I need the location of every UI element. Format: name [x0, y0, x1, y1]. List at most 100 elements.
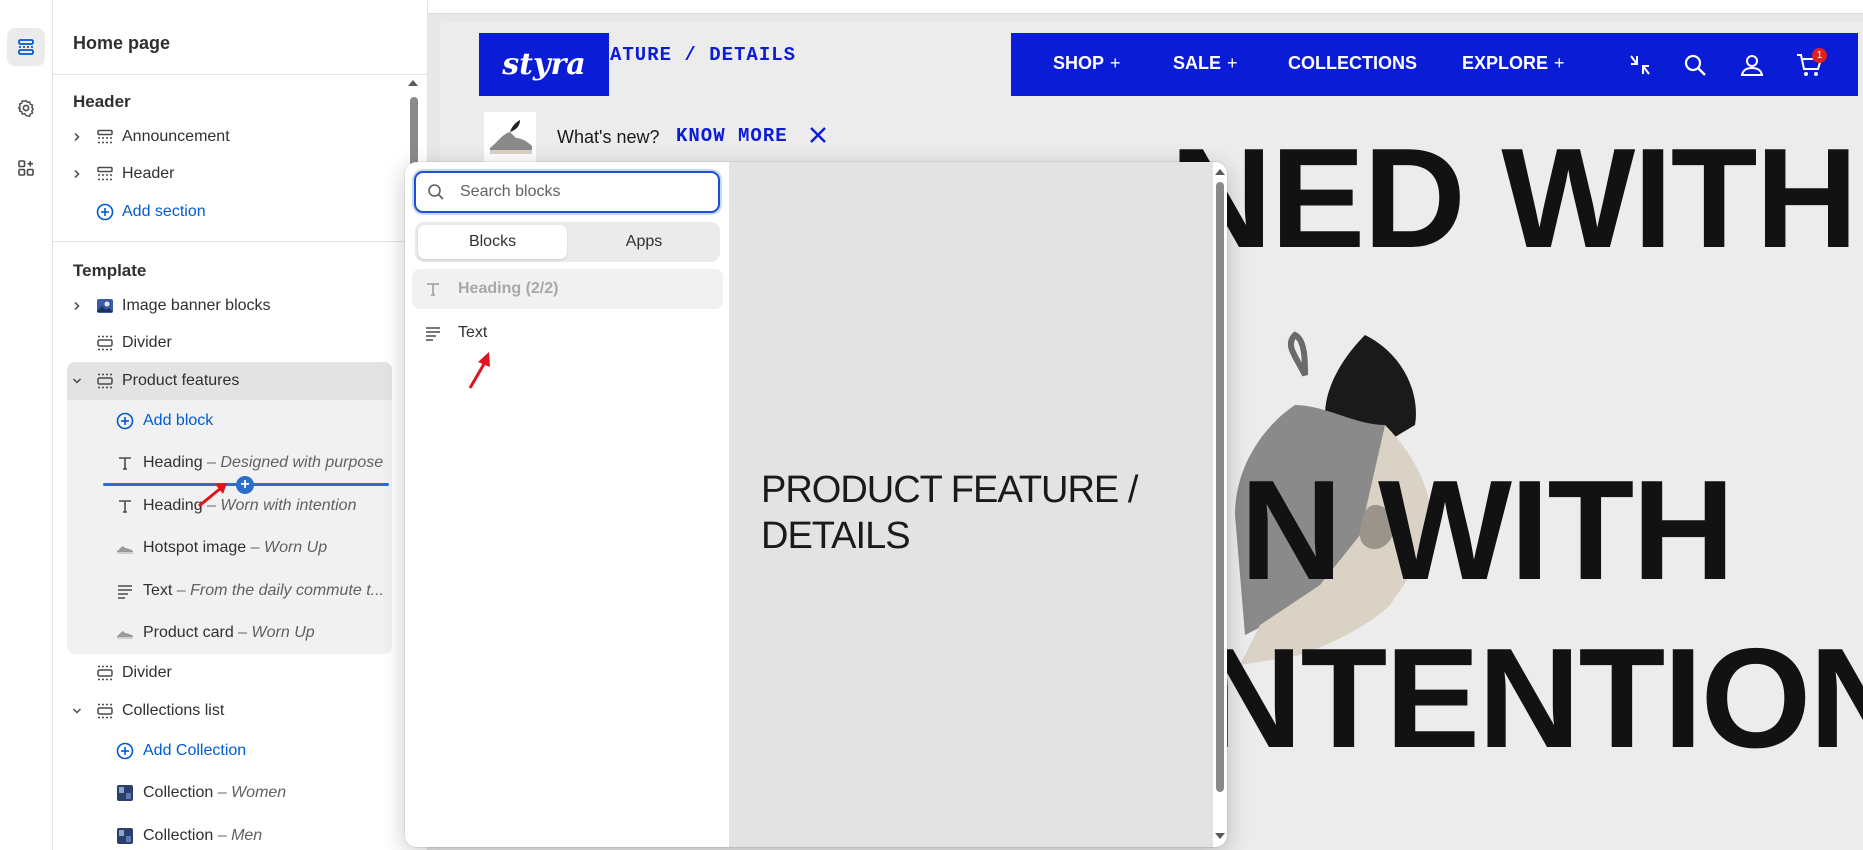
add-collection-button[interactable]: Add Collection: [53, 735, 413, 767]
section-announcement[interactable]: Announcement: [53, 121, 413, 153]
text-type-icon: [424, 280, 442, 298]
block-type: Heading: [143, 454, 203, 471]
search-blocks-input[interactable]: [460, 180, 710, 204]
breadcrumb: ATURE / DETAILS: [610, 44, 797, 66]
block-separator: –: [202, 454, 221, 471]
settings-gear-icon[interactable]: [7, 89, 45, 127]
chevron-right-icon[interactable]: [70, 299, 84, 313]
block-value: Worn with intention: [220, 497, 357, 514]
nav-label: SHOP: [1053, 53, 1105, 73]
picker-scrollbar[interactable]: [1213, 162, 1227, 847]
block-collection-women[interactable]: Collection – Women: [53, 777, 413, 809]
section-label: Image banner blocks: [122, 297, 271, 314]
apps-icon[interactable]: [7, 149, 45, 187]
sections-icon[interactable]: [7, 28, 45, 66]
block-preview-title: PRODUCT FEATURE / DETAILS: [761, 469, 1138, 557]
block-collection-men[interactable]: Collection – Men: [53, 820, 413, 850]
block-hotspot-image[interactable]: Hotspot image – Worn Up: [53, 532, 413, 564]
section-divider[interactable]: Divider: [53, 657, 413, 689]
block-type: Hotspot image: [143, 539, 247, 556]
block-separator: –: [172, 582, 191, 599]
section-image-banner[interactable]: Image banner blocks: [53, 290, 413, 322]
block-separator: –: [213, 827, 232, 844]
nav-label: EXPLORE: [1462, 53, 1549, 73]
plus-icon: +: [1554, 53, 1565, 73]
page-title: Home page: [73, 33, 171, 53]
block-picker-popover: Blocks Apps Heading (2/2) Text PRODUCT F…: [405, 162, 1227, 847]
block-text[interactable]: Text – From the daily commute t...: [53, 575, 413, 607]
divider: [53, 241, 427, 242]
block-type: Collection: [143, 784, 214, 801]
hero-heading-line: NTENTION: [1200, 619, 1863, 778]
section-icon: [96, 702, 114, 720]
section-label: Collections list: [122, 702, 225, 719]
tab-blocks[interactable]: Blocks: [418, 225, 567, 259]
chevron-right-icon[interactable]: [70, 130, 84, 144]
section-label: Header: [122, 165, 175, 182]
section-icon: [96, 334, 114, 352]
chevron-down-icon[interactable]: [70, 704, 84, 718]
text-type-icon: [116, 497, 134, 515]
nav-shop[interactable]: SHOP +: [1053, 53, 1121, 74]
text-lines-icon: [116, 582, 134, 600]
add-collection-label: Add Collection: [143, 742, 247, 759]
block-heading-designed[interactable]: Heading – Designed with purpose: [53, 447, 413, 479]
search-blocks-field[interactable]: [414, 171, 720, 213]
nav-collections[interactable]: COLLECTIONS: [1288, 53, 1417, 74]
chevron-right-icon[interactable]: [70, 167, 84, 181]
nav-label: SALE: [1173, 53, 1222, 73]
tab-apps[interactable]: Apps: [571, 225, 717, 259]
block-product-card[interactable]: Product card – Worn Up: [53, 617, 413, 649]
section-product-features[interactable]: Product features: [53, 365, 413, 397]
block-option-label: Heading (2/2): [458, 280, 559, 297]
sections-sidebar: Home page Header Announcement Header Add…: [53, 0, 428, 850]
section-label: Product features: [122, 372, 240, 389]
cart-count-badge: 1: [1812, 48, 1827, 63]
nav-explore[interactable]: EXPLORE +: [1462, 53, 1565, 74]
shoe-thumbnail-icon: [116, 539, 134, 557]
know-more-link[interactable]: KNOW MORE: [676, 125, 788, 147]
block-type: Collection: [143, 827, 214, 844]
add-circle-icon: [116, 742, 134, 760]
block-option-heading: Heading (2/2): [412, 269, 723, 309]
block-preview-pane: PRODUCT FEATURE / DETAILS: [730, 162, 1213, 847]
section-header[interactable]: Header: [53, 158, 413, 190]
section-divider[interactable]: Divider: [53, 327, 413, 359]
block-value: Men: [231, 827, 263, 844]
divider: [53, 74, 427, 75]
block-value: Designed with purpose: [220, 454, 384, 471]
add-circle-icon: [116, 412, 134, 430]
text-lines-icon: [424, 324, 442, 342]
annotation-arrow: [198, 483, 227, 508]
block-separator: –: [213, 784, 232, 801]
compress-icon[interactable]: [1626, 51, 1654, 79]
block-type: Text: [143, 582, 173, 599]
section-label: Divider: [122, 334, 172, 351]
account-icon[interactable]: [1738, 51, 1766, 79]
shoe-thumbnail: [484, 112, 536, 164]
section-collections-list[interactable]: Collections list: [53, 695, 413, 727]
section-icon: [96, 372, 114, 390]
block-type: Heading: [143, 497, 203, 514]
add-section-button[interactable]: Add section: [53, 196, 413, 228]
editor-rail: [0, 0, 53, 850]
close-icon[interactable]: [807, 124, 829, 146]
add-block-button[interactable]: Add block: [53, 405, 413, 437]
store-logo[interactable]: styra: [479, 33, 609, 96]
nav-sale[interactable]: SALE +: [1173, 53, 1238, 74]
block-separator: –: [246, 539, 264, 556]
search-icon[interactable]: [1681, 51, 1709, 79]
section-icon: [96, 165, 114, 183]
block-separator: –: [233, 624, 252, 641]
sidebar-scroll-thumb[interactable]: [410, 97, 418, 167]
picker-scroll-thumb[interactable]: [1216, 182, 1224, 792]
picker-tabs: Blocks Apps: [415, 222, 720, 262]
block-value: Worn Up: [251, 624, 315, 641]
text-type-icon: [116, 454, 134, 472]
section-label: Divider: [122, 664, 172, 681]
template-group-label: Template: [73, 261, 147, 280]
image-thumbnail-icon: [96, 297, 114, 315]
collection-thumbnail-icon: [116, 784, 134, 802]
chevron-down-icon[interactable]: [70, 374, 84, 388]
block-option-text[interactable]: Text: [412, 313, 723, 353]
